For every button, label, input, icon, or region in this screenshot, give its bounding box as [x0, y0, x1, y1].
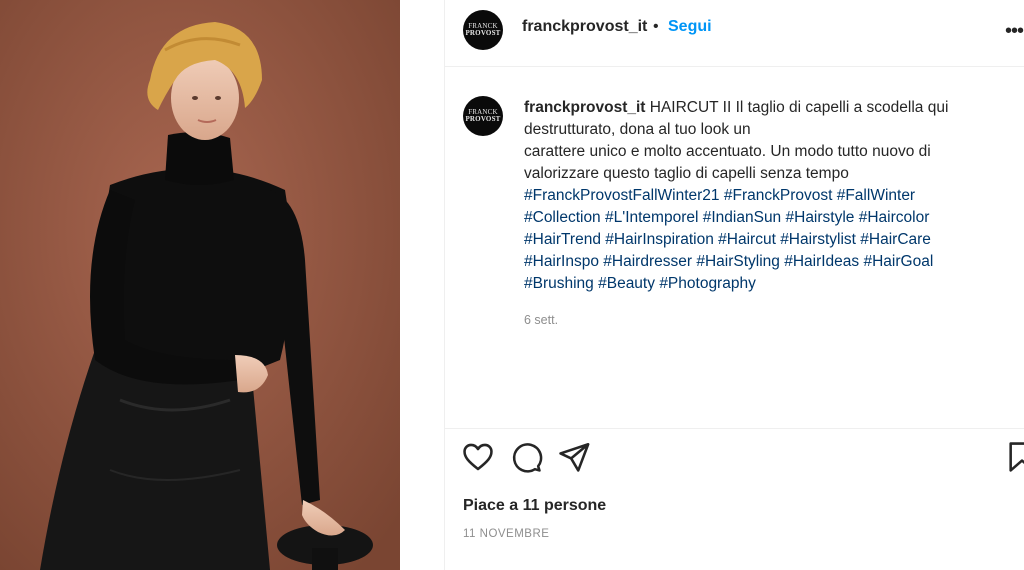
- share-icon[interactable]: [557, 440, 591, 474]
- hashtag-link[interactable]: #Hairdresser: [603, 253, 692, 270]
- post-header: FRANCK PROVOST franckprovost_it • Segui …: [445, 0, 1024, 67]
- post-image: [0, 0, 400, 570]
- hashtag-link[interactable]: #HairCare: [860, 231, 931, 248]
- action-bar: [445, 440, 1024, 480]
- caption-text: franckprovost_it HAIRCUT II Il taglio di…: [524, 97, 994, 295]
- heart-icon[interactable]: [461, 440, 495, 474]
- separator-dot: •: [653, 18, 659, 35]
- hashtag-link[interactable]: #Beauty: [598, 275, 655, 292]
- bookmark-icon[interactable]: [1005, 440, 1024, 474]
- hashtag-link[interactable]: #IndianSun: [703, 209, 781, 226]
- photo-gap: [400, 0, 444, 570]
- comment-icon[interactable]: [509, 440, 543, 474]
- caption-line-2: carattere unico e molto accentuato. Un m…: [524, 143, 931, 182]
- hashtag-link[interactable]: #FranckProvostFallWinter21: [524, 187, 720, 204]
- caption-timestamp[interactable]: 6 sett.: [524, 313, 558, 327]
- brand-logo: FRANCK PROVOST: [465, 109, 500, 123]
- hashtag-link[interactable]: #HairGoal: [863, 253, 933, 270]
- hashtag-link[interactable]: #Haircolor: [859, 209, 930, 226]
- more-horizontal-icon[interactable]: •••: [1005, 20, 1024, 43]
- logo-line-2: PROVOST: [465, 29, 501, 37]
- post-side-panel: FRANCK PROVOST franckprovost_it • Segui …: [444, 0, 1024, 570]
- hashtag-link[interactable]: #HairInspiration: [605, 231, 714, 248]
- hashtag-link[interactable]: #HairTrend: [524, 231, 601, 248]
- caption-username[interactable]: franckprovost_it: [524, 99, 645, 116]
- likes-count[interactable]: Piace a 11 persone: [463, 497, 606, 515]
- hashtag-link[interactable]: #Brushing: [524, 275, 594, 292]
- caption-avatar[interactable]: FRANCK PROVOST: [463, 96, 503, 136]
- hashtag-link[interactable]: #FranckProvost: [724, 187, 833, 204]
- avatar[interactable]: FRANCK PROVOST: [463, 10, 503, 50]
- logo-line-2: PROVOST: [465, 115, 501, 123]
- post-photo[interactable]: [0, 0, 400, 570]
- post-date: 11 NOVEMBRE: [463, 528, 550, 540]
- hashtag-link[interactable]: #Photography: [659, 275, 756, 292]
- hashtag-link[interactable]: #Collection: [524, 209, 601, 226]
- hashtag-link[interactable]: #FallWinter: [837, 187, 915, 204]
- hashtag-link[interactable]: #Haircut: [718, 231, 776, 248]
- hashtag-link[interactable]: #Hairstyle: [786, 209, 855, 226]
- hashtag-link[interactable]: #HairIdeas: [784, 253, 859, 270]
- follow-button[interactable]: Segui: [668, 18, 712, 36]
- hashtag-link[interactable]: #HairStyling: [696, 253, 780, 270]
- username-link[interactable]: franckprovost_it: [522, 18, 647, 36]
- hashtag-link[interactable]: #Hairstylist: [780, 231, 856, 248]
- hashtag-list: #FranckProvostFallWinter21 #FranckProvos…: [524, 187, 933, 292]
- hashtag-link[interactable]: #HairInspo: [524, 253, 599, 270]
- brand-logo: FRANCK PROVOST: [465, 23, 500, 37]
- hashtag-link[interactable]: #L'Intemporel: [605, 209, 698, 226]
- caption-section: FRANCK PROVOST franckprovost_it HAIRCUT …: [445, 66, 1024, 429]
